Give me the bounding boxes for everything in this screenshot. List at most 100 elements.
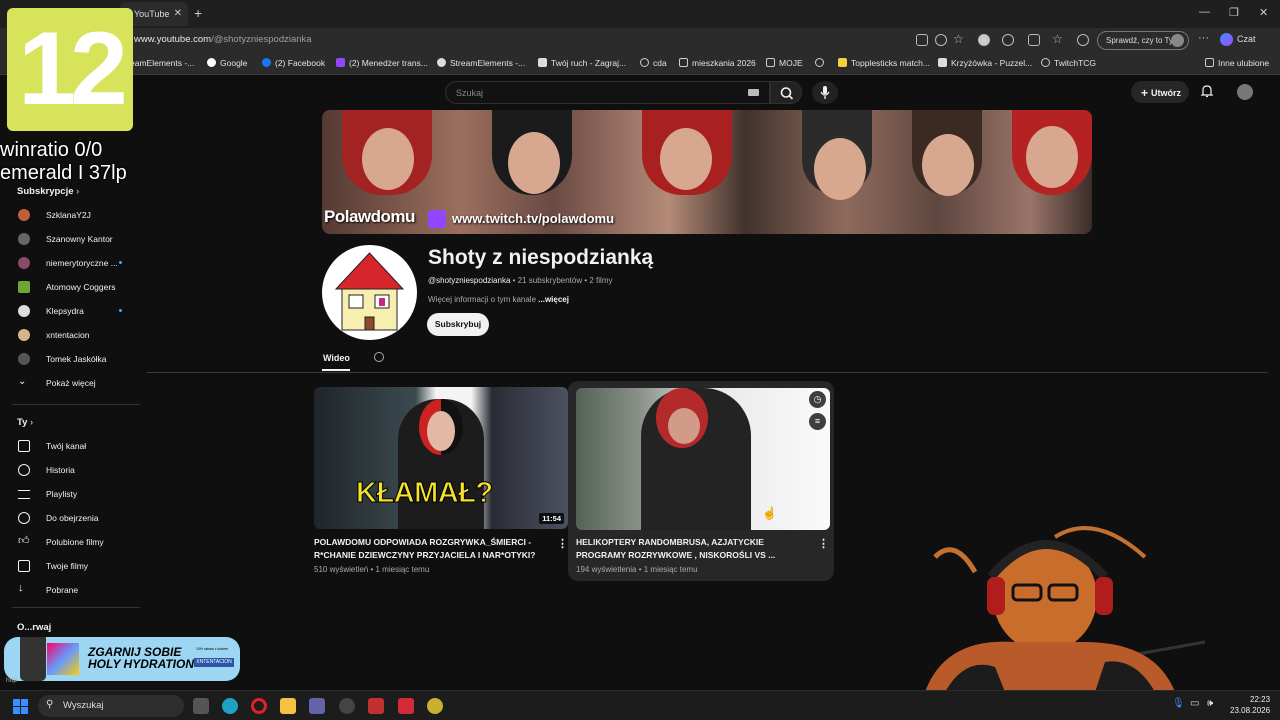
chess-icon bbox=[538, 58, 547, 67]
bookmark-item[interactable]: Twój ruch - Zagraj... bbox=[538, 58, 626, 68]
bookmark-item[interactable]: Google bbox=[207, 58, 247, 68]
video-title[interactable]: POLAWDOMU ODPOWIADA ROZGRYWKA_ŚMIERCI -R… bbox=[314, 536, 550, 562]
file-explorer-icon[interactable] bbox=[280, 698, 296, 714]
channel-description[interactable]: Więcej informacji o tym kanale ...więcej bbox=[428, 295, 569, 304]
tab-title: YouTube bbox=[134, 9, 170, 19]
windows-taskbar: ⚲ Wyszukaj 🎙︎ ▭ 🕪︎ 22:23 23.08.2026 bbox=[0, 690, 1280, 720]
channel-handle: @shotyzniespodzianka bbox=[428, 276, 511, 285]
app-icon[interactable] bbox=[339, 698, 355, 714]
channel-avatar bbox=[18, 305, 30, 317]
url-field[interactable]: www.youtube.com/@shotyzniespodzianka bbox=[134, 34, 312, 45]
plus-icon: + bbox=[1141, 86, 1149, 100]
extension-icon[interactable] bbox=[1002, 34, 1014, 46]
bookmark-folder[interactable]: MOJE bbox=[766, 58, 803, 68]
video-menu-icon[interactable]: ⋮ bbox=[557, 537, 568, 550]
channel-avatar bbox=[18, 353, 30, 365]
bookmark-folder[interactable]: mieszkania 2026 bbox=[679, 58, 756, 68]
favorites-icon[interactable]: ☆ bbox=[1052, 32, 1063, 46]
close-window-icon[interactable]: ✕ bbox=[1259, 6, 1268, 19]
voice-search-button[interactable] bbox=[812, 81, 838, 104]
bookmark-item[interactable] bbox=[815, 58, 828, 68]
copilot-chat-button[interactable]: Czat bbox=[1220, 33, 1256, 46]
teams-icon[interactable] bbox=[309, 698, 325, 714]
history-icon[interactable] bbox=[1077, 34, 1089, 46]
volume-icon[interactable]: 🕪︎ bbox=[1207, 698, 1213, 709]
address-bar: www.youtube.com/@shotyzniespodzianka ☆ ☆… bbox=[0, 28, 1280, 53]
bookmark-item[interactable]: cda bbox=[640, 58, 667, 68]
more-menu-icon[interactable]: ··· bbox=[1198, 32, 1209, 44]
house-icon bbox=[334, 252, 405, 331]
user-avatar[interactable] bbox=[1237, 84, 1253, 100]
app-icon[interactable] bbox=[368, 698, 384, 714]
bookmarks-bar: eamElements -... Google (2) Facebook (2)… bbox=[0, 53, 1280, 75]
bookmark-item[interactable]: (2) Menedżer trans... bbox=[336, 58, 428, 68]
subscriber-count: 21 subskrybentów bbox=[517, 276, 583, 285]
add-to-queue-icon[interactable]: ≡ bbox=[809, 413, 826, 430]
globe-icon bbox=[815, 58, 824, 67]
you-header[interactable]: Ty › bbox=[17, 417, 33, 428]
windows-start-icon[interactable] bbox=[13, 699, 28, 714]
restore-icon[interactable]: ❐ bbox=[1229, 6, 1239, 19]
task-view-icon[interactable] bbox=[193, 698, 209, 714]
system-clock[interactable]: 22:23 23.08.2026 bbox=[1230, 694, 1270, 716]
divider bbox=[147, 372, 1268, 373]
search-icon bbox=[780, 87, 794, 100]
overlay-counter-box: 12 bbox=[7, 8, 133, 131]
video-thumbnail[interactable]: KŁAMAŁ? 11:54 bbox=[314, 387, 568, 529]
account-box-icon bbox=[18, 440, 30, 452]
search-input[interactable]: Szukaj bbox=[445, 81, 770, 104]
promo-small-text: 10% rabatu z kodem bbox=[196, 647, 229, 651]
minimize-icon[interactable]: — bbox=[1199, 6, 1210, 18]
bookmark-item[interactable]: TwitchTCG bbox=[1041, 58, 1096, 68]
banner-channel-name: Polawdomu bbox=[324, 207, 415, 226]
extension-icon[interactable] bbox=[978, 34, 990, 46]
search-button[interactable] bbox=[770, 81, 802, 104]
create-button[interactable]: + Utwórz bbox=[1131, 81, 1189, 103]
opera-icon[interactable] bbox=[251, 698, 267, 714]
subscriptions-header[interactable]: Subskrypcje › bbox=[17, 186, 79, 197]
shaker-image bbox=[20, 637, 46, 681]
edge-icon[interactable] bbox=[222, 698, 238, 714]
new-tab-icon[interactable]: + bbox=[194, 5, 202, 21]
globe-icon bbox=[640, 58, 649, 67]
app-available-icon[interactable] bbox=[916, 34, 928, 46]
subscribe-button[interactable]: Subskrybuj bbox=[427, 313, 489, 336]
globe-icon bbox=[1041, 58, 1050, 67]
app-icon[interactable] bbox=[398, 698, 414, 714]
mic-tray-icon[interactable]: 🎙︎ bbox=[1172, 698, 1185, 709]
app-icon[interactable] bbox=[427, 698, 443, 714]
video-meta: 510 wyświetleń • 1 miesiąc temu bbox=[314, 565, 430, 574]
network-icon[interactable]: ▭ bbox=[1190, 698, 1199, 709]
bookmark-item[interactable]: (2) Facebook bbox=[262, 58, 325, 68]
bookmark-item[interactable]: Krzyżówka - Puzzel... bbox=[938, 58, 1032, 68]
close-tab-icon[interactable]: ✕ bbox=[174, 8, 182, 19]
tab-videos[interactable]: Wideo bbox=[323, 353, 350, 363]
watch-later-icon[interactable]: ◷ bbox=[809, 391, 826, 408]
zoom-icon[interactable] bbox=[935, 34, 947, 46]
keyboard-icon[interactable] bbox=[748, 89, 759, 96]
google-icon bbox=[207, 58, 216, 67]
favorite-star-icon[interactable]: ☆ bbox=[953, 32, 964, 46]
video-icon bbox=[18, 560, 30, 572]
clock-time: 22:23 bbox=[1250, 695, 1271, 704]
bookmark-item[interactable]: Topplesticks match... bbox=[838, 58, 930, 68]
extensions-icon[interactable] bbox=[1028, 34, 1040, 46]
profile-check-button[interactable]: Sprawdź, czy to Ty bbox=[1097, 31, 1189, 50]
notifications-bell-icon[interactable] bbox=[1200, 84, 1214, 101]
channel-search-icon[interactable] bbox=[374, 352, 384, 362]
channel-avatar bbox=[18, 233, 30, 245]
channel-avatar bbox=[18, 329, 30, 341]
puzzle-icon bbox=[938, 58, 947, 67]
taskbar-search[interactable]: ⚲ Wyszukaj bbox=[38, 695, 184, 717]
bookmark-item[interactable]: StreamElements -... bbox=[437, 58, 525, 68]
channel-avatar[interactable] bbox=[322, 245, 417, 340]
bookmark-item[interactable]: eamElements -... bbox=[130, 58, 194, 68]
video-title[interactable]: HELIKOPTERY RANDOMBRUSA, AZJATYCKIE PROGR… bbox=[576, 536, 812, 562]
more-link[interactable]: ...więcej bbox=[538, 295, 569, 304]
new-content-dot bbox=[119, 309, 122, 312]
video-thumbnail[interactable]: ◷ ≡ bbox=[576, 388, 830, 530]
clock-icon bbox=[18, 512, 30, 524]
bookmark-folder-other[interactable]: Inne ulubione bbox=[1205, 58, 1269, 68]
facebook-icon bbox=[262, 58, 271, 67]
video-menu-icon[interactable]: ⋮ bbox=[818, 537, 829, 550]
